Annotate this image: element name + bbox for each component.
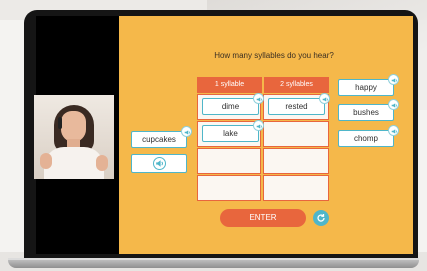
word-chip-dime[interactable]: dime: [202, 93, 264, 115]
word-chip-label: chomp: [353, 134, 378, 143]
word-chip-label: dime: [221, 102, 240, 111]
word-chip-label: bushes: [353, 108, 379, 117]
video-face: [61, 111, 86, 142]
drop-cell[interactable]: [263, 148, 329, 174]
enter-button[interactable]: ENTER: [220, 209, 306, 227]
refresh-icon[interactable]: [313, 210, 329, 226]
word-chip-rested[interactable]: rested: [268, 93, 330, 115]
video-hand-left: [40, 153, 52, 169]
speaker-icon[interactable]: [319, 93, 330, 104]
word-chip-cupcakes[interactable]: cupcakes: [131, 126, 192, 148]
speaker-icon[interactable]: [388, 74, 399, 85]
play-audio-button[interactable]: [131, 154, 187, 173]
word-chip-bushes[interactable]: bushes: [338, 99, 399, 121]
word-chip-lake[interactable]: lake: [202, 120, 264, 142]
drop-cell[interactable]: [197, 148, 261, 174]
laptop-base: [8, 258, 419, 268]
speaker-icon[interactable]: [388, 125, 399, 136]
video-body: [44, 147, 104, 179]
column-header-1: 1 syllable: [197, 77, 262, 93]
drop-cell[interactable]: [197, 175, 261, 201]
word-chip-label: lake: [223, 129, 238, 138]
speaker-icon[interactable]: [253, 120, 264, 131]
video-hand-right: [96, 155, 108, 171]
word-chip-label: cupcakes: [142, 135, 176, 144]
teacher-video: [34, 95, 114, 179]
speaker-icon[interactable]: [388, 99, 399, 110]
word-chip-happy[interactable]: happy: [338, 74, 399, 96]
drop-cell[interactable]: [263, 175, 329, 201]
column-header-2: 2 syllables: [264, 77, 329, 93]
word-chip-chomp[interactable]: chomp: [338, 125, 399, 147]
speaker-icon: [153, 157, 166, 170]
speaker-icon[interactable]: [253, 93, 264, 104]
headset-icon: [58, 117, 62, 129]
drop-cell[interactable]: [263, 121, 329, 147]
speaker-icon[interactable]: [181, 126, 192, 137]
question-text: How many syllables do you hear?: [214, 51, 334, 60]
word-chip-label: rested: [285, 102, 308, 111]
word-chip-label: happy: [355, 83, 377, 92]
